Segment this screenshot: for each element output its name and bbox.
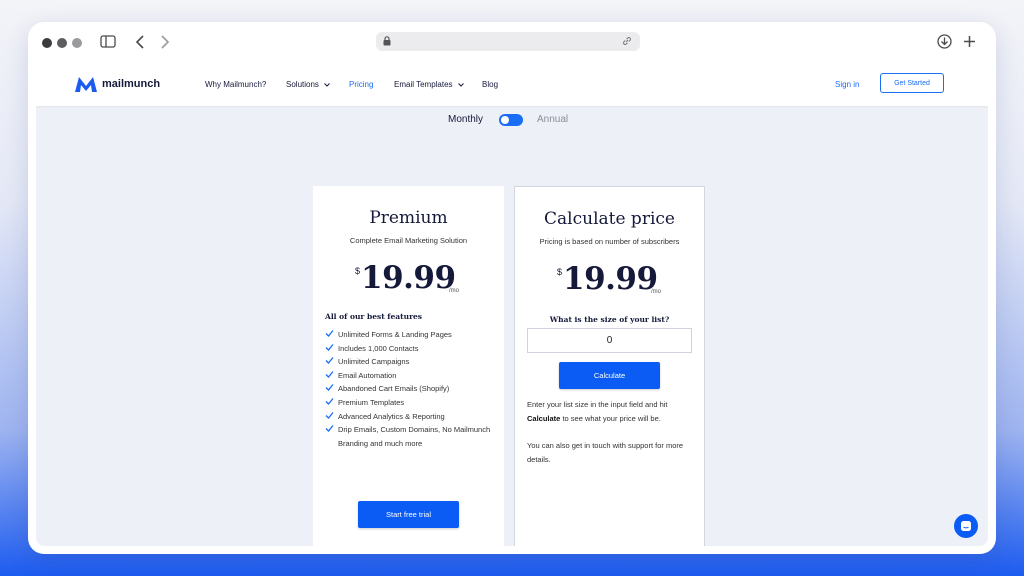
calculated-price: $ 19.99 /mo: [557, 261, 667, 301]
price-unit: /mo: [449, 288, 460, 294]
calculator-instructions: Enter your list size in the input field …: [527, 398, 697, 425]
features-heading: All of our best features: [325, 312, 423, 321]
lock-icon: [383, 36, 391, 46]
get-started-button[interactable]: Get Started: [880, 73, 944, 93]
feature-item: Drip Emails, Custom Domains, No Mailmunc…: [325, 423, 495, 450]
close-window-dot[interactable]: [42, 38, 52, 48]
nav-email-templates[interactable]: Email Templates: [394, 80, 464, 89]
feature-text: Advanced Analytics & Reporting: [338, 411, 445, 421]
start-free-trial-button[interactable]: Start free trial: [358, 501, 459, 528]
minimize-window-dot[interactable]: [57, 38, 67, 48]
chevron-down-icon: [324, 83, 331, 87]
check-icon: [325, 343, 334, 351]
feature-text: Abandoned Cart Emails (Shopify): [338, 384, 450, 394]
feature-text: Drip Emails, Custom Domains, No Mailmunc…: [338, 425, 491, 448]
calculate-button[interactable]: Calculate: [559, 362, 660, 389]
download-icon[interactable]: [937, 34, 952, 49]
list-size-input[interactable]: 0: [527, 328, 692, 353]
logo-text: mailmunch: [102, 78, 161, 90]
list-size-question: What is the size of your list?: [549, 315, 670, 324]
browser-toolbar: [28, 22, 996, 64]
support-note: You can also get in touch with support f…: [527, 441, 684, 464]
chevron-down-icon: [457, 83, 464, 87]
premium-plan-card: Premium Complete Email Marketing Solutio…: [313, 186, 504, 546]
check-icon: [325, 425, 334, 433]
premium-title: Premium: [369, 208, 448, 228]
calculator-subtitle: Pricing is based on number of subscriber…: [539, 237, 680, 246]
nav-blog[interactable]: Blog: [482, 80, 498, 89]
feature-item: Unlimited Forms & Landing Pages: [325, 328, 495, 342]
nav-email-templates-label: Email Templates: [394, 80, 453, 89]
link-icon[interactable]: [622, 36, 632, 46]
nav-solutions[interactable]: Solutions: [286, 80, 331, 89]
nav-solutions-label: Solutions: [286, 80, 319, 89]
billing-annual-label[interactable]: Annual: [537, 114, 568, 125]
mailmunch-logo-icon: [75, 77, 97, 92]
chat-icon: [961, 521, 971, 531]
premium-price: $ 19.99 /mo: [355, 260, 465, 300]
check-icon: [325, 357, 334, 365]
calculator-title: Calculate price: [544, 209, 675, 229]
mailmunch-logo[interactable]: mailmunch: [74, 74, 160, 94]
check-icon: [325, 330, 334, 337]
site-header: mailmunch Why Mailmunch? Solutions Prici…: [36, 64, 988, 106]
premium-subtitle: Complete Email Marketing Solution: [349, 236, 468, 245]
sidebar-icon[interactable]: [100, 35, 116, 48]
feature-item: Abandoned Cart Emails (Shopify): [325, 382, 495, 396]
feature-text: Includes 1,000 Contacts: [338, 343, 419, 353]
price-unit: /mo: [651, 289, 662, 295]
feature-item: Email Automation: [325, 369, 495, 383]
feature-item: Includes 1,000 Contacts: [325, 342, 495, 356]
check-icon: [325, 411, 334, 419]
check-icon: [325, 370, 334, 378]
nav-pricing[interactable]: Pricing: [349, 80, 373, 89]
browser-window: mailmunch Why Mailmunch? Solutions Prici…: [28, 22, 996, 554]
back-icon[interactable]: [135, 35, 145, 49]
currency-symbol: $: [557, 267, 563, 277]
new-tab-icon[interactable]: [963, 35, 976, 48]
instructions-text-a: Enter your list size in the input field …: [527, 400, 668, 409]
feature-text: Email Automation: [338, 370, 397, 380]
check-icon: [325, 384, 334, 392]
maximize-window-dot[interactable]: [72, 38, 82, 48]
price-amount: 19.99: [563, 261, 658, 297]
price-amount: 19.99: [361, 260, 456, 296]
web-page: mailmunch Why Mailmunch? Solutions Prici…: [36, 64, 988, 546]
check-icon: [325, 398, 334, 405]
forward-icon[interactable]: [160, 35, 170, 49]
instructions-text-bold: Calculate: [527, 413, 561, 423]
feature-text: Unlimited Forms & Landing Pages: [338, 330, 452, 339]
address-bar[interactable]: [376, 32, 640, 51]
feature-text: Unlimited Campaigns: [338, 357, 410, 367]
sign-in-link[interactable]: Sign in: [835, 80, 859, 89]
nav-why-mailmunch[interactable]: Why Mailmunch?: [205, 80, 266, 89]
currency-symbol: $: [355, 266, 361, 276]
instructions-text-c: to see what your price will be.: [560, 413, 661, 423]
feature-item: Advanced Analytics & Reporting: [325, 410, 495, 424]
calculate-price-card: Calculate price Pricing is based on numb…: [514, 186, 705, 546]
feature-text: Premium Templates: [338, 397, 405, 407]
feature-list: Unlimited Forms & Landing Pages Includes…: [325, 328, 495, 450]
feature-item: Premium Templates: [325, 396, 495, 410]
chat-button[interactable]: [954, 514, 978, 538]
feature-item: Unlimited Campaigns: [325, 355, 495, 369]
billing-toggle[interactable]: [499, 114, 523, 126]
toggle-knob: [501, 116, 509, 124]
billing-monthly-label[interactable]: Monthly: [448, 114, 483, 125]
